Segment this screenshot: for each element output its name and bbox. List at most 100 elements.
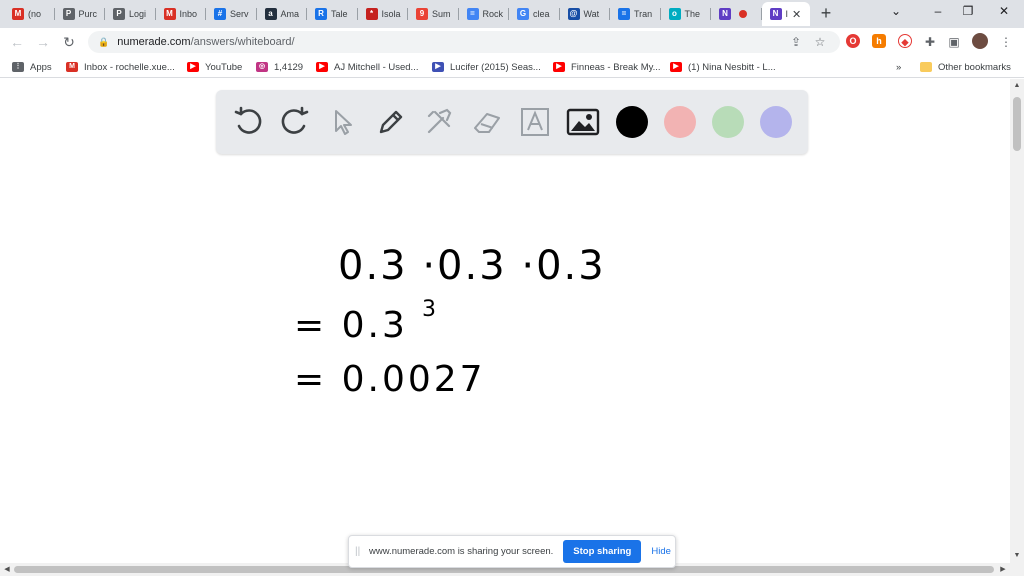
bookmarks-overflow-button[interactable]: » bbox=[896, 59, 901, 75]
tab-label: Inbo bbox=[179, 9, 198, 19]
play-icon: ▶ bbox=[432, 62, 444, 72]
color-lavender-swatch[interactable] bbox=[760, 106, 792, 138]
stop-sharing-button[interactable]: Stop sharing bbox=[563, 540, 642, 563]
youtube-icon: ▶ bbox=[187, 62, 199, 72]
close-tab-icon[interactable]: ✕ bbox=[792, 8, 801, 21]
reload-button[interactable]: ↻ bbox=[60, 33, 78, 51]
browser-tab[interactable]: = Rock bbox=[459, 2, 509, 26]
profile-avatar[interactable] bbox=[972, 33, 988, 49]
lock-icon: 🔒 bbox=[98, 36, 110, 47]
bookmark-item[interactable]: ▶ AJ Mitchell - Used... bbox=[316, 59, 418, 75]
menu-icon[interactable]: ⋮ bbox=[998, 34, 1014, 50]
bookmark-label: 1,4129 bbox=[274, 61, 304, 73]
opera-extension-icon[interactable]: O bbox=[846, 34, 860, 48]
youtube-icon: ▶ bbox=[316, 62, 328, 72]
scroll-up-icon[interactable]: ▲ bbox=[1010, 79, 1024, 93]
undo-icon[interactable] bbox=[230, 104, 266, 140]
bookmark-label: YouTube bbox=[205, 61, 243, 73]
hide-button[interactable]: Hide bbox=[651, 546, 671, 557]
p-icon: P bbox=[62, 8, 75, 20]
color-black-swatch[interactable] bbox=[616, 106, 648, 138]
scroll-down-icon[interactable]: ▼ bbox=[1010, 549, 1024, 563]
browser-tab[interactable]: P Purc bbox=[55, 2, 105, 26]
bookmark-item[interactable]: M Inbox - rochelle.xue... bbox=[66, 59, 175, 75]
extension-icon[interactable]: ◆ bbox=[898, 34, 912, 48]
honey-extension-icon[interactable]: h bbox=[872, 34, 886, 48]
pen-icon[interactable] bbox=[373, 104, 409, 140]
browser-tab[interactable]: N I ✕ bbox=[761, 2, 810, 26]
drop-icon: o bbox=[668, 8, 681, 20]
browser-tab[interactable]: = Tran bbox=[610, 2, 661, 26]
bookmark-item[interactable]: ◎ 1,4129 bbox=[256, 59, 303, 75]
extensions-puzzle-icon[interactable]: ✚ bbox=[922, 34, 938, 50]
redo-icon[interactable] bbox=[277, 104, 313, 140]
minimize-button[interactable]: – bbox=[926, 4, 950, 22]
tab-label: Isola bbox=[381, 9, 401, 19]
share-icon[interactable]: ⇪ bbox=[788, 34, 804, 50]
restore-button[interactable]: ❐ bbox=[956, 4, 980, 22]
bookmark-label: Inbox - rochelle.xue... bbox=[84, 61, 175, 73]
tab-search-icon[interactable]: ⌄ bbox=[884, 4, 908, 22]
browser-tab[interactable]: a Ama bbox=[257, 2, 307, 26]
folder-icon bbox=[920, 62, 932, 72]
numerade-icon: N bbox=[769, 8, 782, 20]
pointer-icon[interactable] bbox=[325, 104, 361, 140]
bookmark-item[interactable]: ▶ Finneas - Break My... bbox=[553, 59, 661, 75]
browser-tab[interactable]: P Logi bbox=[105, 2, 156, 26]
text-icon[interactable] bbox=[517, 104, 553, 140]
other-bookmarks-label: Other bookmarks bbox=[938, 61, 1011, 73]
amazon-icon: a bbox=[264, 8, 277, 20]
bookmark-item[interactable]: ▶ Lucifer (2015) Seas... bbox=[432, 59, 541, 75]
gmail-icon: M bbox=[12, 8, 24, 20]
instagram-icon: ◎ bbox=[256, 62, 268, 72]
url-host: numerade.com bbox=[117, 36, 191, 48]
vertical-scroll-thumb[interactable] bbox=[1013, 97, 1021, 151]
browser-tab[interactable]: o The bbox=[661, 2, 711, 26]
tools-icon[interactable] bbox=[421, 104, 457, 140]
browser-tab[interactable]: * Isola bbox=[358, 2, 408, 26]
numerade-icon: N bbox=[719, 8, 731, 20]
browser-tab[interactable]: 9 Sum bbox=[408, 2, 459, 26]
screen-share-banner: || www.numerade.com is sharing your scre… bbox=[348, 535, 676, 568]
tab-label: Ama bbox=[280, 9, 300, 19]
browser-tab[interactable]: Gclea bbox=[509, 2, 560, 26]
eraser-icon[interactable] bbox=[469, 104, 505, 140]
close-window-button[interactable]: ✕ bbox=[992, 4, 1016, 22]
tran-icon: = bbox=[618, 8, 630, 20]
tab-label: Serv bbox=[230, 9, 249, 19]
browser-tab[interactable]: N bbox=[711, 2, 762, 26]
browser-tab[interactable]: R Tale bbox=[307, 2, 358, 26]
docs-icon: = bbox=[466, 8, 479, 20]
forward-button[interactable]: → bbox=[34, 33, 52, 51]
color-green-swatch[interactable] bbox=[712, 106, 744, 138]
side-panel-icon[interactable]: ▣ bbox=[946, 34, 962, 50]
browser-tab[interactable]: @ Wat bbox=[560, 2, 610, 26]
bookmark-item[interactable]: ⋮ Apps bbox=[12, 59, 52, 75]
math-line-2-exponent: 3 bbox=[422, 297, 436, 322]
image-icon[interactable] bbox=[565, 104, 601, 140]
tab-label: Rock bbox=[482, 9, 504, 19]
math-line-3: = 0.0027 bbox=[294, 359, 486, 400]
color-pink-swatch[interactable] bbox=[664, 106, 696, 138]
bookmark-star-icon[interactable]: ☆ bbox=[812, 34, 828, 50]
back-button[interactable]: ← bbox=[8, 33, 26, 51]
bookmark-item[interactable]: ▶ YouTube bbox=[187, 59, 242, 75]
google-icon: G bbox=[517, 8, 529, 20]
vertical-scrollbar[interactable]: ▲ ▼ bbox=[1010, 79, 1024, 563]
browser-tab[interactable]: # Serv bbox=[206, 2, 257, 26]
bookmark-item[interactable]: ▶ (1) Nina Nesbitt - L... bbox=[670, 59, 776, 75]
grid-icon: # bbox=[214, 8, 226, 20]
scroll-right-icon[interactable]: ▶ bbox=[996, 563, 1010, 576]
tab-label: Tale bbox=[331, 9, 348, 19]
tab-label: Tran bbox=[634, 9, 653, 19]
tab-label: Sum bbox=[432, 9, 451, 19]
bookmark-label: Lucifer (2015) Seas... bbox=[450, 61, 541, 73]
other-bookmarks[interactable]: Other bookmarks bbox=[920, 59, 1011, 75]
drag-handle-icon[interactable]: || bbox=[355, 546, 365, 557]
browser-tab[interactable]: M (no bbox=[4, 2, 55, 26]
address-bar[interactable]: 🔒 numerade.com/answers/whiteboard/ bbox=[88, 31, 840, 53]
scroll-left-icon[interactable]: ◀ bbox=[0, 563, 14, 576]
new-tab-button[interactable]: + bbox=[816, 4, 836, 24]
browser-tab[interactable]: M Inbo bbox=[156, 2, 206, 26]
tab-label: Wat bbox=[583, 9, 600, 19]
